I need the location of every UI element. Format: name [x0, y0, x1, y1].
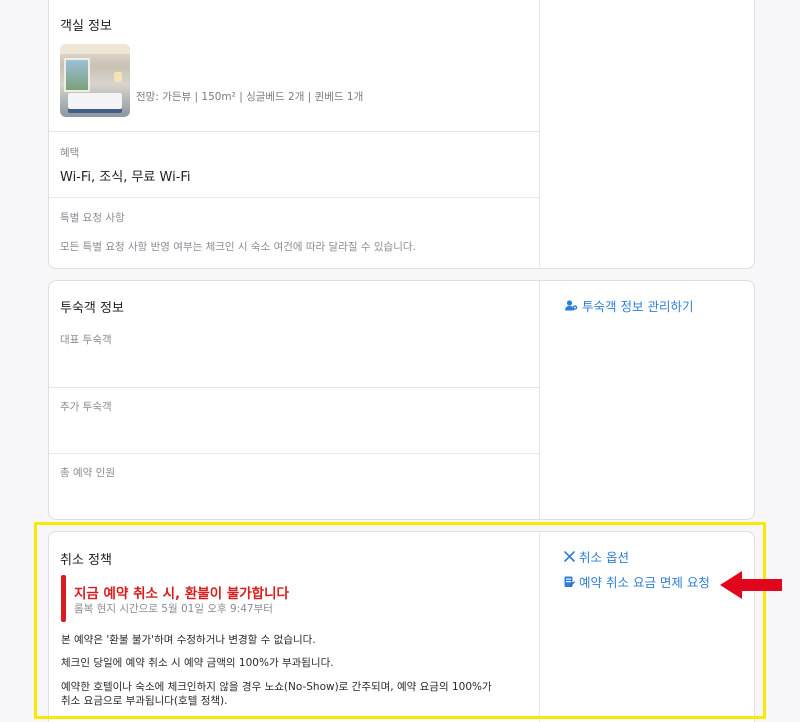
user-gear-icon: [565, 300, 578, 311]
divider: [49, 387, 539, 388]
manage-guest-info-link[interactable]: 투숙객 정보 관리하기: [565, 296, 693, 315]
divider: [49, 453, 539, 454]
special-requests-note: 모든 특별 요청 사항 반영 여부는 체크인 시 숙소 여건에 따라 달라질 수…: [60, 241, 416, 253]
divider: [49, 197, 539, 198]
guest-info-card: 투숙객 정보 대표 투숙객 추가 투숙객 총 예약 인원 투숙객 정보 관리하기: [48, 280, 755, 520]
manage-guest-info-label: 투숙객 정보 관리하기: [582, 299, 694, 314]
benefits-value: Wi-Fi, 조식, 무료 Wi-Fi: [60, 170, 191, 185]
guest-info-right: 투숙객 정보 관리하기: [539, 281, 754, 519]
room-photo[interactable]: [60, 44, 130, 117]
room-info-title: 객실 정보: [60, 19, 112, 34]
total-guests-label: 총 예약 인원: [60, 467, 115, 479]
additional-guest-label: 추가 투숙객: [60, 401, 112, 413]
room-details: 전망: 가든뷰 | 150m² | 싱글베드 2개 | 퀸베드 1개: [136, 91, 364, 103]
room-info-left: 객실 정보 전망: 가든뷰 | 150m² | 싱글베드 2개 | 퀸베드 1개…: [49, 0, 539, 268]
guest-info-left: 투숙객 정보 대표 투숙객 추가 투숙객 총 예약 인원: [49, 281, 539, 519]
room-info-card: 객실 정보 전망: 가든뷰 | 150m² | 싱글베드 2개 | 퀸베드 1개…: [48, 0, 755, 269]
room-info-right: [539, 0, 754, 268]
benefits-label: 혜택: [60, 147, 80, 159]
special-requests-label: 특별 요청 사항: [60, 212, 125, 224]
highlight-box: [34, 522, 766, 719]
primary-guest-label: 대표 투숙객: [60, 334, 112, 346]
divider: [49, 131, 539, 132]
red-arrow-left-icon: [720, 571, 782, 599]
guest-info-title: 투숙객 정보: [60, 301, 124, 316]
